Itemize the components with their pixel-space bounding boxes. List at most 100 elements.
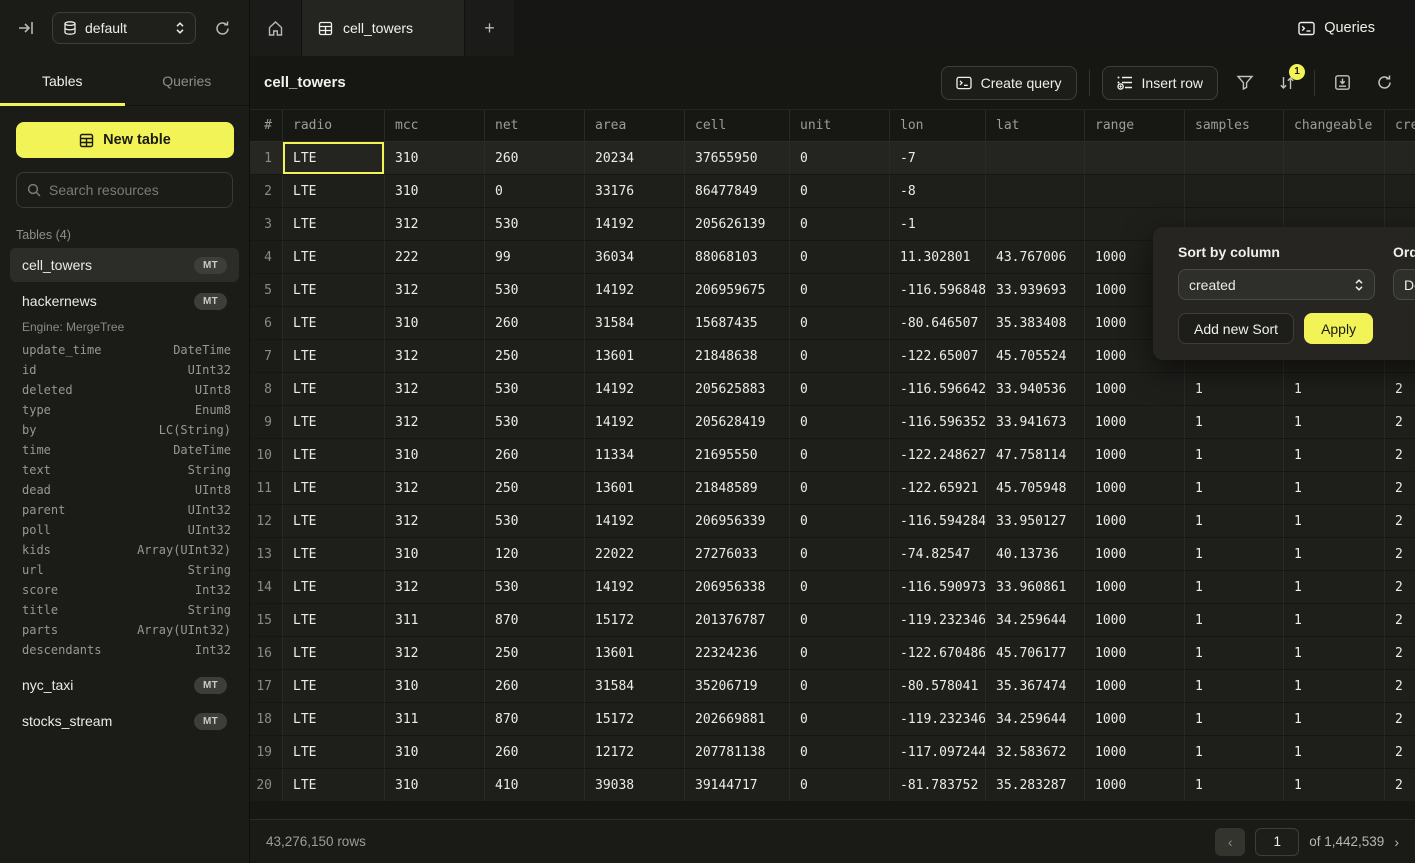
tab-home[interactable] xyxy=(250,0,302,56)
sort-column-select[interactable]: created xyxy=(1178,269,1375,300)
cell-area[interactable]: 13601 xyxy=(585,472,685,504)
cell-created[interactable]: 2 xyxy=(1385,703,1415,735)
schema-field-row[interactable]: byLC(String) xyxy=(22,420,231,440)
cell-radio[interactable]: LTE xyxy=(283,373,385,405)
cell-lon[interactable]: -81.783752 xyxy=(890,769,986,801)
cell-unit[interactable]: 0 xyxy=(790,142,890,174)
cell-lat[interactable] xyxy=(986,175,1085,207)
cell-lon[interactable]: -116.596848 xyxy=(890,274,986,306)
cell-lon[interactable]: -74.82547 xyxy=(890,538,986,570)
cell-mcc[interactable]: 312 xyxy=(385,274,485,306)
cell-cell[interactable]: 88068103 xyxy=(685,241,790,273)
sort-button[interactable]: 1 xyxy=(1272,68,1302,98)
cell-lon[interactable]: -1 xyxy=(890,208,986,240)
row-number[interactable]: 9 xyxy=(250,406,283,438)
cell-radio[interactable]: LTE xyxy=(283,340,385,372)
cell-net[interactable]: 530 xyxy=(485,571,585,603)
cell-lat[interactable]: 43.767006 xyxy=(986,241,1085,273)
cell-mcc[interactable]: 310 xyxy=(385,769,485,801)
cell-lat[interactable]: 34.259644 xyxy=(986,604,1085,636)
cell-samples[interactable]: 1 xyxy=(1185,703,1284,735)
cell-cell[interactable]: 21848638 xyxy=(685,340,790,372)
cell-net[interactable]: 250 xyxy=(485,637,585,669)
cell-range[interactable]: 1000 xyxy=(1085,472,1185,504)
row-number[interactable]: 4 xyxy=(250,241,283,273)
schema-field-row[interactable]: partsArray(UInt32) xyxy=(22,620,231,640)
cell-lon[interactable]: -116.596642 xyxy=(890,373,986,405)
cell-created[interactable]: 2 xyxy=(1385,604,1415,636)
new-tab-button[interactable]: + xyxy=(464,0,514,56)
cell-samples[interactable]: 1 xyxy=(1185,604,1284,636)
cell-cell[interactable]: 27276033 xyxy=(685,538,790,570)
row-number[interactable]: 17 xyxy=(250,670,283,702)
cell-changeable[interactable]: 1 xyxy=(1284,670,1385,702)
tab-cell-towers[interactable]: cell_towers xyxy=(302,0,464,56)
cell-created[interactable]: 2 xyxy=(1385,406,1415,438)
row-number[interactable]: 16 xyxy=(250,637,283,669)
cell-net[interactable]: 260 xyxy=(485,439,585,471)
column-header-lon[interactable]: lon xyxy=(890,110,986,141)
row-number[interactable]: 12 xyxy=(250,505,283,537)
sort-order-select[interactable]: Descending xyxy=(1393,269,1415,300)
cell-lon[interactable]: -119.232346 xyxy=(890,604,986,636)
cell-range[interactable]: 1000 xyxy=(1085,769,1185,801)
cell-area[interactable]: 12172 xyxy=(585,736,685,768)
cell-net[interactable]: 870 xyxy=(485,604,585,636)
cell-radio[interactable]: LTE xyxy=(283,571,385,603)
cell-changeable[interactable]: 1 xyxy=(1284,637,1385,669)
queries-button[interactable]: Queries xyxy=(1282,0,1415,56)
cell-changeable[interactable]: 1 xyxy=(1284,571,1385,603)
cell-cell[interactable]: 86477849 xyxy=(685,175,790,207)
cell-created[interactable] xyxy=(1385,142,1415,174)
cell-net[interactable]: 530 xyxy=(485,406,585,438)
row-number[interactable]: 18 xyxy=(250,703,283,735)
cell-cell[interactable]: 202669881 xyxy=(685,703,790,735)
cell-unit[interactable]: 0 xyxy=(790,670,890,702)
cell-range[interactable] xyxy=(1085,142,1185,174)
cell-changeable[interactable]: 1 xyxy=(1284,769,1385,801)
schema-field-row[interactable]: titleString xyxy=(22,600,231,620)
cell-radio[interactable]: LTE xyxy=(283,406,385,438)
row-number[interactable]: 5 xyxy=(250,274,283,306)
cell-changeable[interactable]: 1 xyxy=(1284,472,1385,504)
cell-net[interactable]: 870 xyxy=(485,703,585,735)
column-header-area[interactable]: area xyxy=(585,110,685,141)
cell-area[interactable]: 14192 xyxy=(585,406,685,438)
cell-samples[interactable] xyxy=(1185,175,1284,207)
row-number[interactable]: 15 xyxy=(250,604,283,636)
row-number[interactable]: 7 xyxy=(250,340,283,372)
row-number[interactable]: 6 xyxy=(250,307,283,339)
schema-field-row[interactable]: descendantsInt32 xyxy=(22,640,231,660)
cell-net[interactable]: 410 xyxy=(485,769,585,801)
cell-net[interactable]: 530 xyxy=(485,373,585,405)
sidebar-item-nyc-taxi[interactable]: nyc_taxi MT xyxy=(10,668,239,702)
cell-mcc[interactable]: 310 xyxy=(385,307,485,339)
cell-lon[interactable]: -117.097244 xyxy=(890,736,986,768)
schema-field-row[interactable]: kidsArray(UInt32) xyxy=(22,540,231,560)
sidebar-item-cell-towers[interactable]: cell_towers MT xyxy=(10,248,239,282)
cell-unit[interactable]: 0 xyxy=(790,604,890,636)
cell-lat[interactable]: 40.13736 xyxy=(986,538,1085,570)
cell-cell[interactable]: 206956339 xyxy=(685,505,790,537)
cell-radio[interactable]: LTE xyxy=(283,670,385,702)
sidebar-tab-queries[interactable]: Queries xyxy=(125,56,250,105)
cell-radio[interactable]: LTE xyxy=(283,505,385,537)
create-query-button[interactable]: Create query xyxy=(941,66,1077,100)
cell-unit[interactable]: 0 xyxy=(790,439,890,471)
schema-field-row[interactable]: textString xyxy=(22,460,231,480)
cell-created[interactable]: 2 xyxy=(1385,373,1415,405)
cell-unit[interactable]: 0 xyxy=(790,538,890,570)
cell-lat[interactable]: 47.758114 xyxy=(986,439,1085,471)
schema-field-row[interactable]: deadUInt8 xyxy=(22,480,231,500)
cell-cell[interactable]: 35206719 xyxy=(685,670,790,702)
cell-lon[interactable]: -122.248627 xyxy=(890,439,986,471)
new-table-button[interactable]: New table xyxy=(16,122,234,158)
cell-cell[interactable]: 21848589 xyxy=(685,472,790,504)
cell-area[interactable]: 13601 xyxy=(585,340,685,372)
cell-changeable[interactable]: 1 xyxy=(1284,406,1385,438)
schema-field-row[interactable]: parentUInt32 xyxy=(22,500,231,520)
cell-lat[interactable] xyxy=(986,142,1085,174)
cell-net[interactable]: 530 xyxy=(485,208,585,240)
cell-radio[interactable]: LTE xyxy=(283,142,385,174)
cell-unit[interactable]: 0 xyxy=(790,307,890,339)
